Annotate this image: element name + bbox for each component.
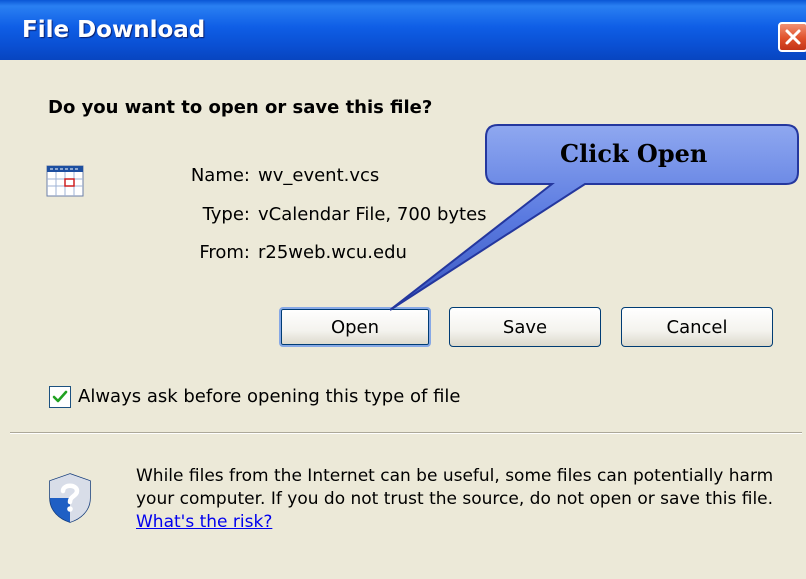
calendar-icon <box>46 165 84 197</box>
shield-question-icon <box>49 473 91 523</box>
close-icon <box>785 29 801 45</box>
open-button[interactable]: Open <box>279 307 431 347</box>
from-label: From: <box>199 242 250 263</box>
save-button[interactable]: Save <box>449 307 601 347</box>
divider <box>10 432 802 434</box>
name-value: wv_event.vcs <box>258 165 380 186</box>
warning-message: While files from the Internet can be use… <box>136 466 774 509</box>
title-bar[interactable]: File Download <box>0 0 806 60</box>
always-ask-checkbox[interactable] <box>49 386 71 408</box>
name-label: Name: <box>190 165 250 186</box>
type-value: vCalendar File, 700 bytes <box>258 204 487 225</box>
always-ask-label[interactable]: Always ask before opening this type of f… <box>78 386 460 407</box>
cancel-button[interactable]: Cancel <box>621 307 773 347</box>
type-label: Type: <box>202 204 250 225</box>
close-button[interactable] <box>778 22 806 52</box>
checkmark-icon <box>52 390 68 403</box>
file-download-dialog: File Download Do you want to open or sav… <box>0 0 806 579</box>
from-value: r25web.wcu.edu <box>258 242 407 263</box>
dialog-question: Do you want to open or save this file? <box>48 97 433 118</box>
callout-label: Click Open <box>560 139 708 168</box>
window-title: File Download <box>22 17 206 43</box>
whats-the-risk-link[interactable]: What's the risk? <box>136 512 272 532</box>
warning-text: While files from the Internet can be use… <box>136 465 796 534</box>
